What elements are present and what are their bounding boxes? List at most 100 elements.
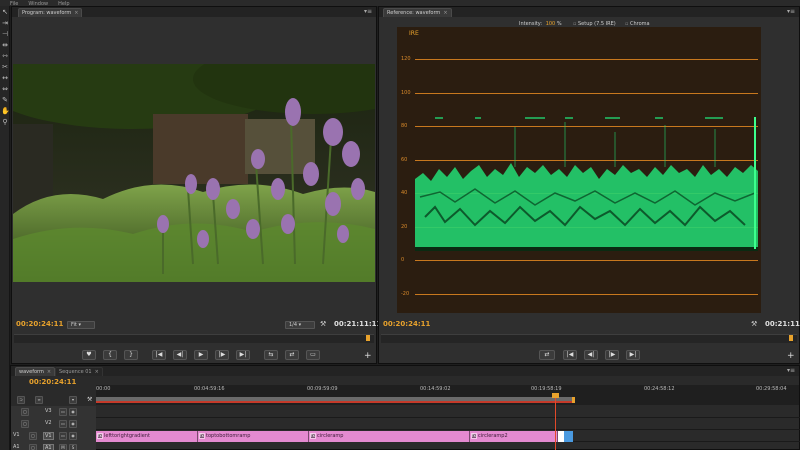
step-back-button[interactable]: ◀| (584, 350, 598, 360)
rate-stretch-tool-icon[interactable]: ⇿ (1, 52, 9, 60)
clip[interactable]: fx circleramp (309, 431, 470, 442)
ire-gridline (415, 260, 758, 261)
selection-tool-icon[interactable]: ↖ (1, 8, 9, 16)
reference-current-timecode[interactable]: 00:20:24:11 (383, 320, 430, 328)
pen-tool-icon[interactable]: ✎ (1, 96, 9, 104)
wrench-icon[interactable]: ⚒ (320, 320, 326, 328)
sync-lock-icon[interactable]: ▢ (21, 408, 29, 416)
clip[interactable]: fx toptobottomramp (198, 431, 309, 442)
step-forward-button[interactable]: |▶ (215, 350, 229, 360)
mute-icon[interactable]: M (59, 444, 67, 450)
program-tab-label: Program: waveform (22, 10, 72, 16)
export-frame-button[interactable]: ▭ (306, 350, 320, 360)
ruler-label: 00:04:59:16 (194, 386, 225, 392)
add-marker-button[interactable]: ♥ (82, 350, 96, 360)
panel-menu-icon[interactable]: ▾≡ (787, 367, 795, 374)
close-icon[interactable]: × (443, 10, 447, 16)
go-to-in-button[interactable]: |◀ (563, 350, 577, 360)
work-area-end[interactable] (572, 397, 575, 403)
zoom-value: Fit (71, 322, 77, 328)
go-to-in-button[interactable]: |◀ (152, 350, 166, 360)
track-header-v2: ▢ V2 ▭ ◉ (11, 418, 96, 430)
track-v2: ▢ V2 ▭ ◉ (11, 418, 800, 430)
sync-lock-icon[interactable]: ▢ (29, 432, 37, 440)
link-icon[interactable]: ∞ (35, 396, 43, 404)
slip-tool-icon[interactable]: ↔ (1, 74, 9, 82)
eye-icon[interactable]: ◉ (69, 432, 77, 440)
track-label-a1[interactable]: A1 (43, 444, 54, 450)
ire-tick-label: 120 (401, 56, 411, 62)
gang-sources-button[interactable]: ⇄ (539, 350, 555, 360)
clip-name: toptobottomramp (206, 433, 251, 439)
solo-icon[interactable]: S (69, 444, 77, 450)
extract-button[interactable]: ⇄ (285, 350, 299, 360)
track-label-v1[interactable]: V1 (43, 432, 54, 440)
toggle-output-icon[interactable]: ▭ (59, 420, 67, 428)
playhead-handle[interactable] (552, 393, 559, 398)
zoom-tool-icon[interactable]: ⚲ (1, 118, 9, 126)
source-patch-v1[interactable]: V1 (13, 432, 20, 438)
go-to-out-button[interactable]: ▶| (236, 350, 250, 360)
play-button[interactable]: ▶ (194, 350, 208, 360)
slide-tool-icon[interactable]: ⇔ (1, 85, 9, 93)
ire-tick-label: -20 (401, 291, 410, 297)
add-button[interactable]: + (364, 351, 372, 361)
playhead-marker[interactable] (366, 335, 370, 341)
close-icon[interactable]: × (74, 10, 78, 16)
toggle-output-icon[interactable]: ▭ (59, 432, 67, 440)
playhead-line[interactable] (555, 394, 556, 450)
eye-icon[interactable]: ◉ (69, 420, 77, 428)
razor-tool-icon[interactable]: ✂ (1, 63, 9, 71)
playhead-marker[interactable] (789, 335, 793, 341)
sync-lock-icon[interactable]: ▢ (21, 420, 29, 428)
reference-tab-label: Reference: waveform (387, 10, 441, 16)
mark-in-button[interactable]: { (103, 350, 117, 360)
panel-menu-icon[interactable]: ▾≡ (364, 8, 372, 15)
waveform-scope: IRE 120 100 80 60 40 20 0 -20 (397, 27, 761, 313)
timeline-timecode[interactable]: 00:20:24:11 (29, 378, 76, 386)
program-tab[interactable]: Program: waveform × (18, 8, 83, 17)
clip-tail-blue[interactable] (564, 431, 573, 442)
go-to-out-button[interactable]: ▶| (626, 350, 640, 360)
time-ruler[interactable]: 00:00 00:04:59:16 00:09:59:09 00:14:59:0… (96, 385, 799, 405)
add-button[interactable]: + (787, 351, 795, 361)
ire-gridline (415, 294, 758, 295)
lift-button[interactable]: ⇆ (264, 350, 278, 360)
rolling-edit-tool-icon[interactable]: ⇹ (1, 41, 9, 49)
toggle-output-icon[interactable]: ▭ (59, 408, 67, 416)
step-back-button[interactable]: ◀| (173, 350, 187, 360)
track-label-v2[interactable]: V2 (45, 420, 52, 426)
track-label-v3[interactable]: V3 (45, 408, 52, 414)
fx-badge-icon: fx (97, 433, 103, 439)
timeline-tab[interactable]: waveform × (15, 367, 56, 376)
hand-tool-icon[interactable]: ✋ (1, 107, 10, 115)
snap-icon[interactable]: ⊃ (17, 396, 25, 404)
marker-icon[interactable]: ▾ (69, 396, 77, 404)
track-header-v3: ▢ V3 ▭ ◉ (11, 406, 96, 418)
reference-tab[interactable]: Reference: waveform × (383, 8, 452, 17)
track-v3: ▢ V3 ▭ ◉ (11, 406, 800, 418)
program-current-timecode[interactable]: 00:20:24:11 (16, 320, 63, 328)
ire-tick-label: 0 (401, 257, 405, 263)
fx-badge-icon: fx (471, 433, 477, 439)
reference-scrubber[interactable] (381, 334, 797, 343)
program-duration-timecode: 00:21:11:11 (334, 320, 382, 328)
mark-out-button[interactable]: } (124, 350, 138, 360)
source-patch-a1[interactable]: A1 (13, 444, 20, 450)
sequence-tab[interactable]: Sequence 01 × (55, 367, 103, 376)
close-icon[interactable]: × (47, 369, 51, 375)
clip[interactable]: fx circleramp2 (470, 431, 558, 442)
eye-icon[interactable]: ◉ (69, 408, 77, 416)
panel-menu-icon[interactable]: ▾≡ (787, 8, 795, 15)
program-scrubber[interactable] (14, 334, 374, 343)
wrench-icon[interactable]: ⚒ (751, 320, 757, 328)
resolution-dropdown[interactable]: 1/4 ▾ (285, 321, 315, 329)
wrench-icon[interactable]: ⚒ (87, 396, 92, 403)
clip[interactable]: fx lefttorightgradient (96, 431, 198, 442)
track-select-tool-icon[interactable]: ⇥ (1, 19, 9, 27)
ripple-edit-tool-icon[interactable]: ⊣ (1, 30, 9, 38)
sync-lock-icon[interactable]: ▢ (29, 444, 37, 450)
close-icon[interactable]: × (95, 369, 99, 375)
zoom-dropdown[interactable]: Fit ▾ (67, 321, 95, 329)
step-forward-button[interactable]: |▶ (605, 350, 619, 360)
